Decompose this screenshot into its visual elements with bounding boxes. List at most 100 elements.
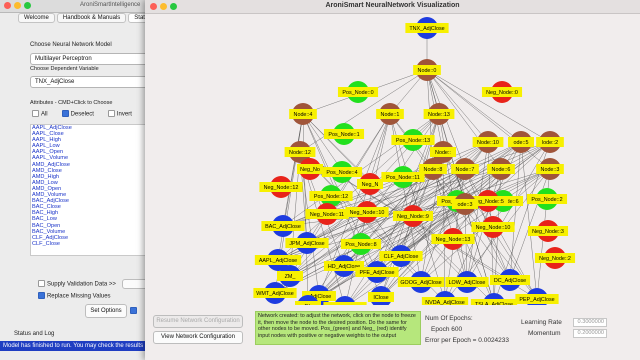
learning-rate-label: Learning Rate: [521, 319, 562, 326]
visualization-window: AroniSmart NeuralNetwork Visualization T…: [145, 0, 640, 360]
network-node[interactable]: BAC_AdjClose: [261, 215, 305, 237]
node-label: PEP_AdjClose: [519, 297, 554, 303]
dependent-label: Choose Dependent Variable: [30, 66, 99, 72]
replace-missing-label: Replace Missing Values: [46, 293, 111, 300]
node-label: ode::3: [458, 202, 473, 208]
tab-bar: Welcome Handbook & Manuals Statistical: [18, 13, 166, 23]
supply-validation-label: Supply Validation Data >>: [46, 281, 116, 288]
node-label: Neg_Node::12: [264, 185, 299, 191]
node-label: Pos_Node::1: [328, 132, 359, 138]
node-label: Neg_Node::10: [350, 210, 385, 216]
set-options-checkbox[interactable]: [130, 307, 137, 314]
set-options-button[interactable]: Set Options: [85, 304, 127, 318]
node-label: Neg_No: [300, 167, 320, 173]
node-label: PFE_AdjClose: [359, 270, 394, 276]
network-node[interactable]: TNX_AdjClose: [405, 17, 449, 39]
network-node[interactable]: ode::5: [508, 131, 534, 153]
attributes-list[interactable]: AAPL_AdjClose AAPL_Close AAPL_High AAPL_Low…: [30, 124, 150, 256]
network-node[interactable]: Node::6: [487, 158, 515, 180]
all-label: All: [40, 111, 48, 118]
momentum-label: Momentum: [528, 330, 561, 337]
node-label: Node::: [435, 150, 451, 156]
network-node[interactable]: Neg_Node::11: [305, 203, 349, 225]
node-label: Node::3: [541, 167, 560, 173]
info-message: Network created: to adjust the network, …: [255, 311, 421, 345]
network-node[interactable]: Neg_Node::12: [259, 176, 303, 198]
all-checkbox[interactable]: All: [32, 110, 48, 117]
num-epochs-label: Num Of Epochs:: [425, 315, 473, 322]
node-label: HD_AdjClose: [328, 264, 360, 270]
node-label: Pos_Node::13: [396, 138, 430, 144]
network-node[interactable]: DC_AdjClose: [489, 269, 531, 291]
view-configuration-button[interactable]: View Network Configuration: [153, 331, 243, 344]
close-window-button[interactable]: [4, 2, 11, 9]
node-label: Node::12: [289, 150, 311, 156]
node-label: Neg_Node::9: [397, 214, 429, 220]
visualization-title: AroniSmart NeuralNetwork Visualization: [325, 2, 460, 9]
tab-welcome[interactable]: Welcome: [18, 13, 55, 23]
node-label: Neg_Node::2: [539, 256, 571, 262]
invert-checkbox[interactable]: Invert: [107, 110, 132, 118]
node-label: Node::6: [492, 167, 511, 173]
replace-missing-checkbox[interactable]: Replace Missing Values: [38, 292, 111, 299]
network-node[interactable]: LOW_AdjClose: [445, 271, 489, 293]
node-label: CLF_AdjClose: [384, 254, 419, 260]
attribute-item[interactable]: CLF_Close: [31, 241, 149, 247]
node-label: BAC_AdjClose: [265, 224, 301, 230]
invert-label: Invert: [116, 111, 132, 118]
network-node[interactable]: Pos_Node::12: [309, 185, 353, 207]
node-label: IClose: [373, 295, 388, 301]
network-node[interactable]: CLF_AdjClose: [379, 245, 423, 267]
node-label: Pos_Node::2: [531, 197, 562, 203]
network-node[interactable]: Neg_Node::10: [471, 216, 515, 238]
node-label: Pos_Node::4: [326, 170, 357, 176]
deselect-label: Deselect: [70, 111, 94, 118]
network-graph[interactable]: TNX_AdjCloseNode::0Pos_Node::0 Neg_Node::…: [145, 14, 640, 310]
momentum-field[interactable]: 0.2000000: [573, 329, 607, 338]
network-node[interactable]: Neg_Node::3: [527, 220, 569, 242]
node-label: Neg_N: [362, 182, 379, 188]
network-edge: [432, 168, 468, 283]
node-label: Neg_Node::10: [476, 225, 511, 231]
zoom-window-button[interactable]: [24, 2, 31, 9]
network-node[interactable]: Pos_Node::11: [381, 166, 425, 188]
node-label: Node::13: [428, 112, 450, 118]
node-label: Pos_Node::8: [345, 242, 376, 248]
network-node[interactable]: Node::4: [289, 103, 317, 125]
node-label: GOOG_AdjClose: [400, 280, 441, 286]
network-node[interactable]: Pos_Node::4: [321, 161, 363, 183]
network-node[interactable]: Node::1: [376, 103, 404, 125]
node-label: Node::1: [381, 112, 400, 118]
network-node[interactable]: Pos_Node::13: [391, 129, 435, 151]
error-per-epoch: Error per Epoch = 0.0024233: [425, 337, 510, 344]
node-label: Neg_Node::0: [486, 90, 518, 96]
node-label: TNX_AdjClose: [409, 26, 444, 32]
network-node[interactable]: Pos_Node::0: [337, 81, 379, 103]
tab-handbook[interactable]: Handbook & Manuals: [56, 13, 127, 23]
model-select[interactable]: Multilayer Perceptron: [30, 53, 150, 65]
node-label: JPM_AdjClose: [289, 241, 324, 247]
resume-configuration-button[interactable]: Resume Network Configuration: [153, 315, 243, 328]
visualization-titlebar: AroniSmart NeuralNetwork Visualization: [145, 0, 640, 14]
model-select-value: Multilayer Perceptron: [35, 56, 92, 62]
learning-rate-field[interactable]: 0.3000000: [573, 318, 607, 327]
model-label: Choose Neural Network Model: [30, 42, 112, 48]
node-label: Node::4: [294, 112, 313, 118]
node-label: ZM_: [285, 274, 297, 280]
status-log-label: Status and Log: [14, 331, 55, 337]
window-title: AroniSmartIntelligence: [80, 2, 141, 8]
node-label: Neg_Node::3: [532, 229, 564, 235]
node-label: WMT_AdjClose: [256, 291, 293, 297]
node-label: Node::7: [456, 167, 475, 173]
network-node[interactable]: lode::2: [536, 131, 564, 153]
dependent-select[interactable]: TNX_AdjClose: [30, 76, 150, 88]
supply-validation-checkbox[interactable]: Supply Validation Data >>: [38, 280, 116, 287]
network-node[interactable]: GOOG_AdjClose: [397, 271, 445, 293]
minimize-window-button[interactable]: [14, 2, 21, 9]
deselect-checkbox[interactable]: Deselect: [61, 110, 94, 118]
epoch-value: Epoch 600: [431, 326, 463, 333]
network-node[interactable]: Neg_Node::2: [534, 247, 576, 269]
node-label: Pos_Node::0: [342, 90, 373, 96]
network-node[interactable]: Neg_Node::0: [481, 81, 523, 103]
node-label: ode::5: [514, 140, 529, 146]
